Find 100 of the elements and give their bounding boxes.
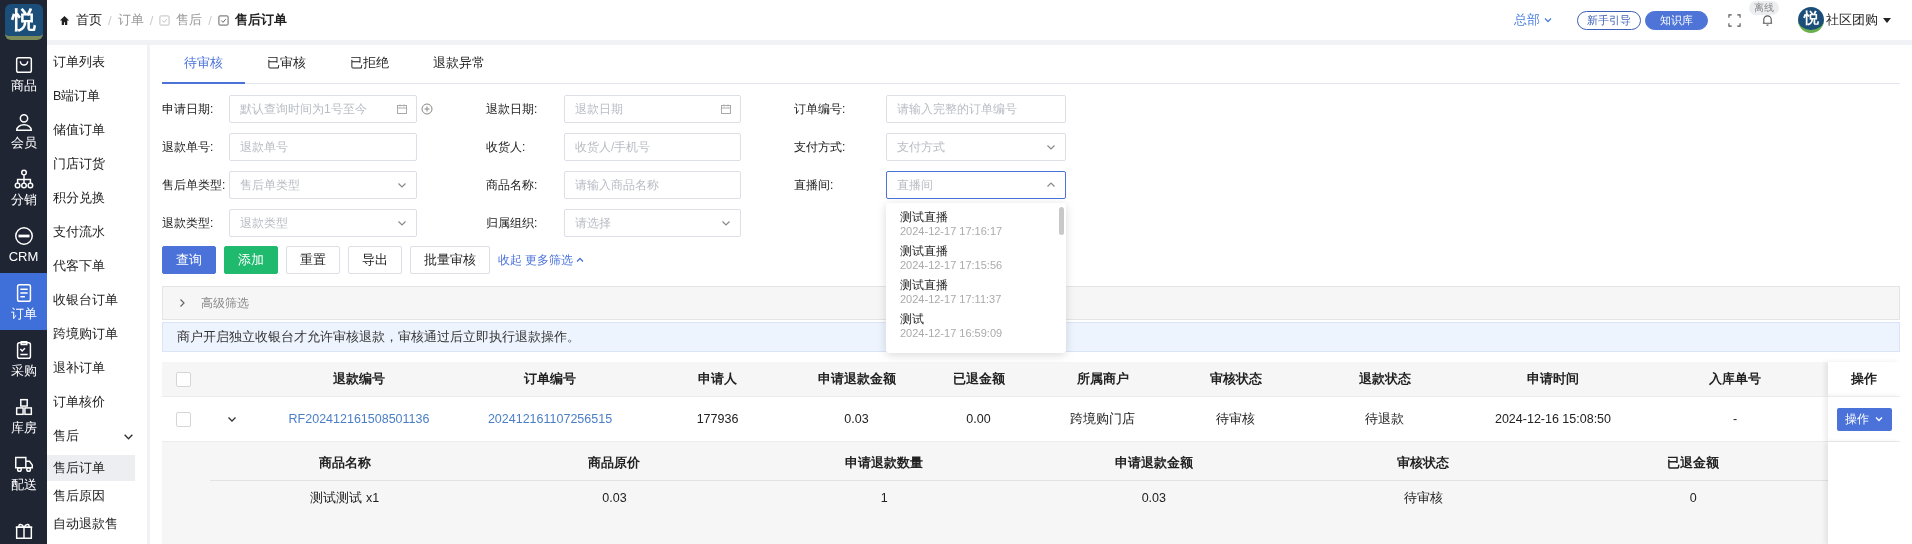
column-header: 审核状态: [1288, 446, 1559, 481]
action-button[interactable]: 重置: [286, 246, 340, 274]
column-header: 申请退款数量: [749, 446, 1019, 481]
rail-item[interactable]: 采购: [0, 330, 47, 387]
column-header: 所属商户: [1039, 362, 1166, 396]
checkbox[interactable]: [176, 371, 191, 387]
menu-item[interactable]: 跨境购订单: [47, 317, 147, 351]
field-label: 售后单类型:: [162, 176, 227, 194]
menu-item[interactable]: B端订单: [47, 79, 147, 113]
scrollbar-thumb[interactable]: [1059, 207, 1064, 235]
menu-item[interactable]: 订单列表: [47, 45, 147, 79]
column-header: 退款编号: [258, 362, 460, 396]
cell-text: 2024-12-16 15:08:50: [1494, 412, 1612, 426]
menu-item[interactable]: 订单核价: [47, 385, 147, 419]
guide-button[interactable]: 新手引导: [1577, 10, 1641, 30]
field-label: 退款类型:: [162, 214, 215, 232]
column-header: 商品原价: [479, 446, 750, 481]
menu-item[interactable]: 售后订单: [47, 455, 135, 481]
caret-icon: [1882, 15, 1892, 25]
breadcrumb-link[interactable]: 售后订单: [234, 11, 287, 29]
column-header: 已退金额: [1558, 446, 1828, 481]
table-cell: 待审核: [1404, 489, 1443, 507]
user-menu[interactable]: 社区团购: [1826, 11, 1892, 29]
menu-item[interactable]: 代客下单: [47, 249, 147, 283]
breadcrumb-link[interactable]: 首页: [76, 11, 102, 29]
menu-item[interactable]: 储值订单: [47, 113, 147, 147]
action-button[interactable]: 查询: [162, 246, 216, 274]
tab[interactable]: 已审核: [245, 54, 328, 84]
menu-item[interactable]: 积分兑换: [47, 181, 147, 215]
tab[interactable]: 退款异常: [411, 54, 507, 84]
cell-text: 待退款: [1365, 410, 1404, 428]
notice-text: 商户开启独立收银台才允许审核退款，审核通过后立即执行退款操作。: [177, 328, 580, 346]
menu-item[interactable]: 退补订单: [47, 351, 147, 385]
bell-icon[interactable]: [1761, 13, 1774, 27]
chevron-down-icon: [1873, 414, 1884, 424]
dropdown-option[interactable]: 测试直播 2024-12-17 17:16:17: [886, 207, 1066, 241]
field-label: 商品名称:: [486, 176, 539, 194]
status-badge: 离线: [1749, 0, 1779, 15]
checkbox[interactable]: [176, 411, 191, 427]
column-header: 申请退款金额: [1019, 446, 1289, 481]
menu-item[interactable]: 门店订货: [47, 147, 147, 181]
action-dropdown-button[interactable]: 操作: [1836, 407, 1892, 431]
calendar-icon: [396, 103, 408, 115]
cell-text: 待审核: [1216, 410, 1255, 428]
rail-item[interactable]: 会员: [0, 102, 47, 159]
column-header: 申请时间: [1464, 362, 1642, 396]
dropdown-option[interactable]: 测试直播 2024-12-17 17:15:56: [886, 241, 1066, 275]
rail-item[interactable]: 配送: [0, 444, 47, 501]
chevron-down-icon: [1543, 15, 1553, 25]
breadcrumb-separator: /: [149, 12, 154, 28]
knowledge-base-button[interactable]: 知识库: [1645, 10, 1708, 30]
action-button[interactable]: 导出: [348, 246, 402, 274]
field-label: 收货人:: [486, 138, 527, 156]
input-field[interactable]: 直播间: [886, 171, 1066, 199]
menu-item[interactable]: 售后原因: [47, 483, 135, 509]
breadcrumb-separator: /: [108, 12, 112, 28]
cell-text: 跨境购门店: [1070, 410, 1135, 428]
rail-item[interactable]: 库房: [0, 387, 47, 444]
table-cell: 1: [880, 491, 888, 505]
action-button[interactable]: 批量审核: [410, 246, 490, 274]
chevron-down-icon[interactable]: [226, 414, 237, 424]
breadcrumb-separator: /: [208, 12, 212, 28]
column-header: 申请退款金额: [795, 362, 918, 396]
table-link[interactable]: 202412161107256515: [487, 412, 613, 426]
home-icon: [59, 14, 70, 26]
table-cell: 0.03: [602, 491, 627, 505]
add-circle-icon[interactable]: [421, 103, 433, 115]
menu-item[interactable]: 售后: [47, 419, 147, 453]
table-link[interactable]: RF202412161508501136: [288, 412, 430, 426]
column-header: 商品名称: [210, 446, 480, 481]
logo[interactable]: 悦: [4, 4, 43, 40]
calendar-icon: [720, 103, 732, 115]
field-label: 退款单号:: [162, 138, 215, 156]
org-selector[interactable]: 总部: [1514, 11, 1553, 29]
table-cell: 测试测试 x1: [310, 489, 380, 507]
tab[interactable]: 已拒绝: [328, 54, 411, 84]
column-header: 入库单号: [1642, 362, 1828, 396]
column-header: 审核状态: [1166, 362, 1305, 396]
column-header: 订单编号: [460, 362, 640, 396]
chevron-right-icon: [177, 298, 187, 308]
rail-item[interactable]: CRM: [0, 216, 47, 273]
field-label: 归属组织:: [486, 214, 539, 232]
table-cell: 0.03: [1141, 491, 1166, 505]
menu-item[interactable]: 支付流水: [47, 215, 147, 249]
menu-item[interactable]: 收银台订单: [47, 283, 147, 317]
field-label: 申请日期:: [162, 100, 215, 118]
network-icon: [12, 168, 35, 190]
field-label: 支付方式:: [794, 138, 847, 156]
rail-item[interactable]: 订单: [0, 273, 47, 330]
avatar[interactable]: 悦: [1798, 7, 1824, 33]
rail-item[interactable]: 商品: [0, 45, 47, 102]
rail-item[interactable]: 分销: [0, 159, 47, 216]
field-label: 订单编号:: [794, 100, 847, 118]
fullscreen-icon[interactable]: [1728, 13, 1741, 27]
column-header: 操作: [1828, 362, 1900, 396]
menu-item[interactable]: 自动退款售: [47, 511, 135, 537]
tab[interactable]: 待审核: [162, 54, 245, 84]
column-header: 申请人: [640, 362, 795, 396]
cell-text: 0.03: [844, 412, 869, 426]
filter-toggle-link[interactable]: 收起 更多筛选: [498, 251, 586, 269]
